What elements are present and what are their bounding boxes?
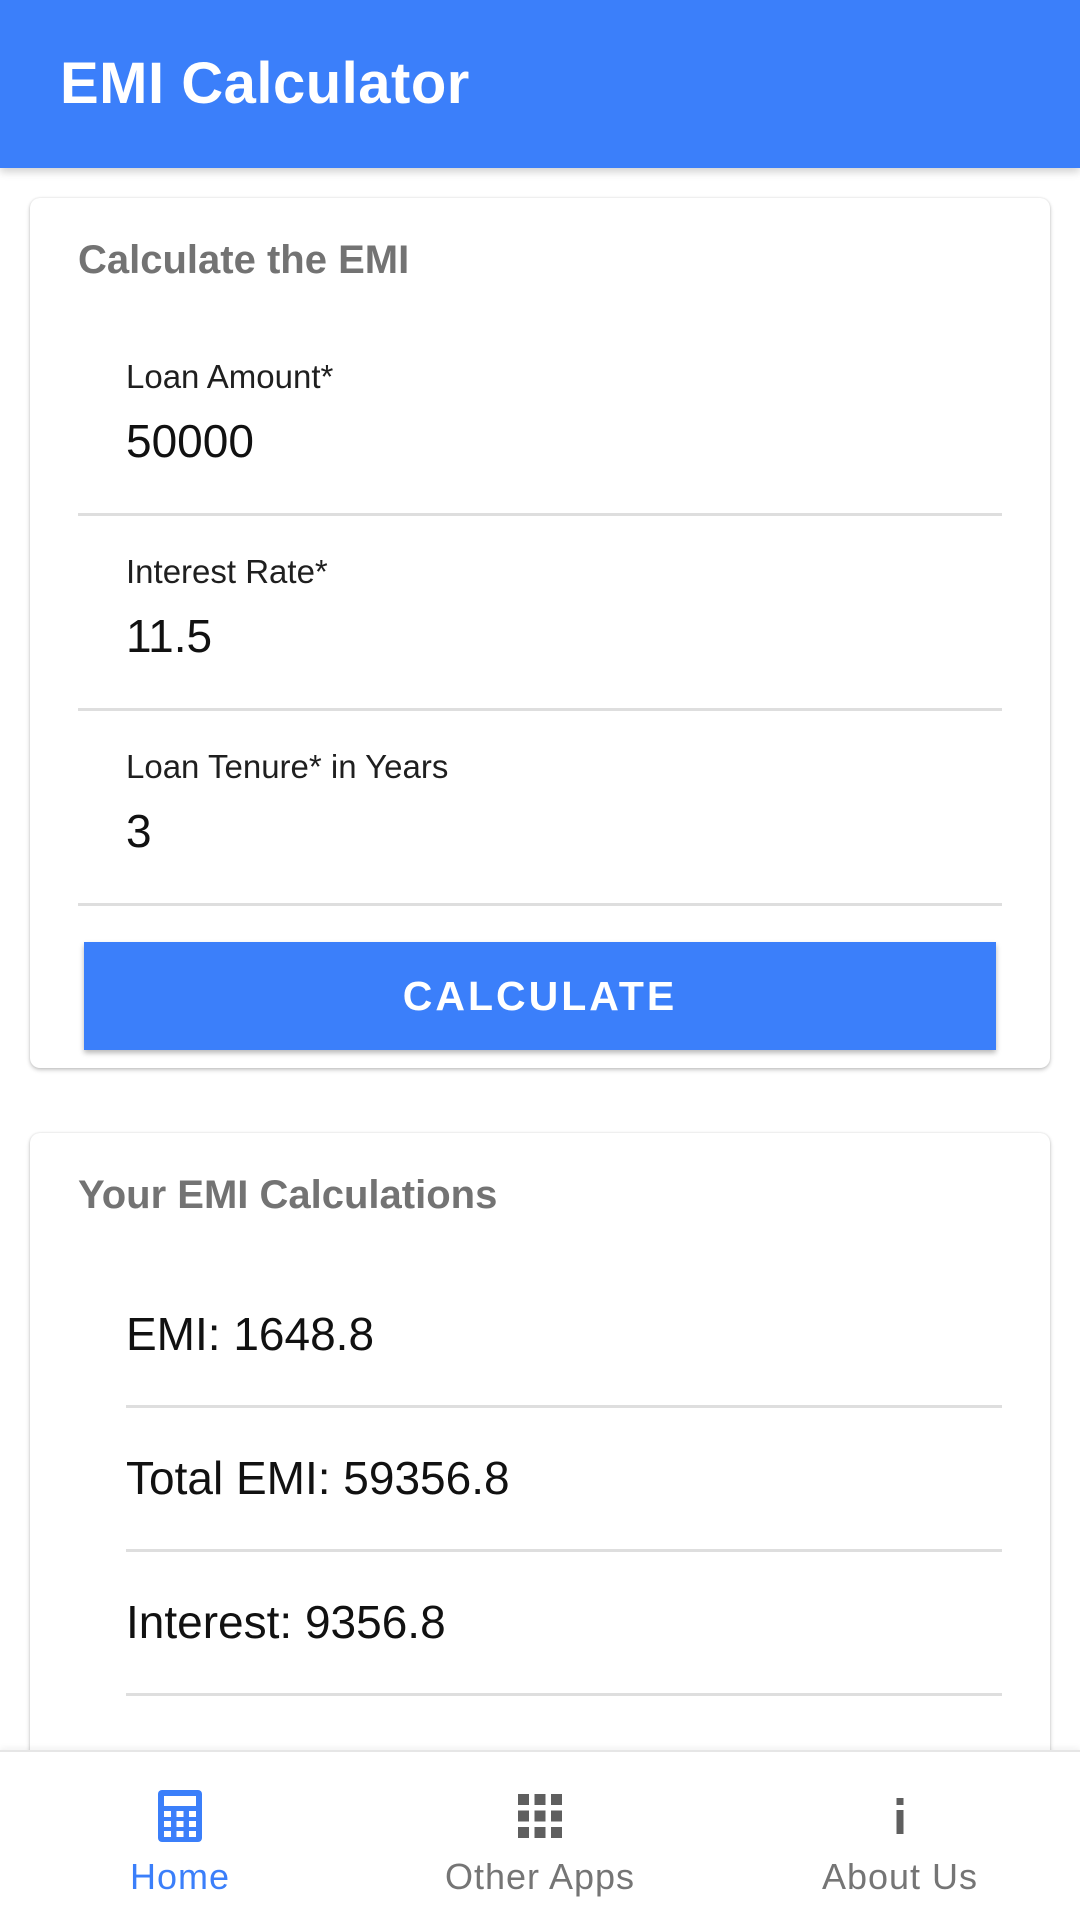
info-icon	[720, 1788, 1080, 1844]
interest-value: Interest: 9356.8	[126, 1596, 446, 1648]
results-card-title: Your EMI Calculations	[78, 1173, 498, 1217]
input-card-title: Calculate the EMI	[78, 238, 410, 282]
app-title: EMI Calculator	[60, 51, 470, 116]
loan-amount-label: Loan Amount*	[126, 358, 334, 395]
interest-rate-input[interactable]	[126, 609, 946, 663]
loan-amount-field[interactable]: Loan Amount*	[78, 318, 1002, 516]
nav-label-home: Home	[129, 1856, 231, 1897]
interest-rate-field[interactable]: Interest Rate*	[78, 513, 1002, 711]
emi-results-card: Your EMI Calculations EMI: 1648.8 Total …	[30, 1133, 1050, 1750]
total-emi-value: Total EMI: 59356.8	[126, 1452, 510, 1504]
nav-label-other-apps: Other Apps	[444, 1856, 636, 1897]
loan-tenure-input[interactable]	[126, 804, 946, 858]
loan-tenure-field[interactable]: Loan Tenure* in Years	[78, 708, 1002, 906]
nav-item-home[interactable]: Home	[0, 1752, 360, 1922]
content-scroll-area[interactable]: Calculate the EMI Loan Amount* Interest …	[0, 168, 1080, 1750]
loan-tenure-label: Loan Tenure* in Years	[126, 748, 449, 785]
nav-label-about-us: About Us	[821, 1856, 979, 1897]
calculator-icon	[0, 1788, 360, 1844]
result-row-emi: EMI: 1648.8	[126, 1263, 1002, 1408]
grid-icon	[360, 1788, 720, 1844]
loan-amount-input[interactable]	[126, 414, 946, 468]
bottom-navigation: Home Other Apps About Us	[0, 1750, 1080, 1922]
emi-value: EMI: 1648.8	[126, 1308, 375, 1360]
result-row-total-emi: Total EMI: 59356.8	[126, 1407, 1002, 1552]
nav-item-about-us[interactable]: About Us	[720, 1752, 1080, 1922]
result-row-interest: Interest: 9356.8	[126, 1551, 1002, 1696]
interest-rate-label: Interest Rate*	[126, 553, 328, 590]
app-bar: EMI Calculator	[0, 0, 1080, 168]
calculate-button[interactable]: CALCULATE	[84, 942, 996, 1050]
emi-input-card: Calculate the EMI Loan Amount* Interest …	[30, 198, 1050, 1068]
nav-item-other-apps[interactable]: Other Apps	[360, 1752, 720, 1922]
